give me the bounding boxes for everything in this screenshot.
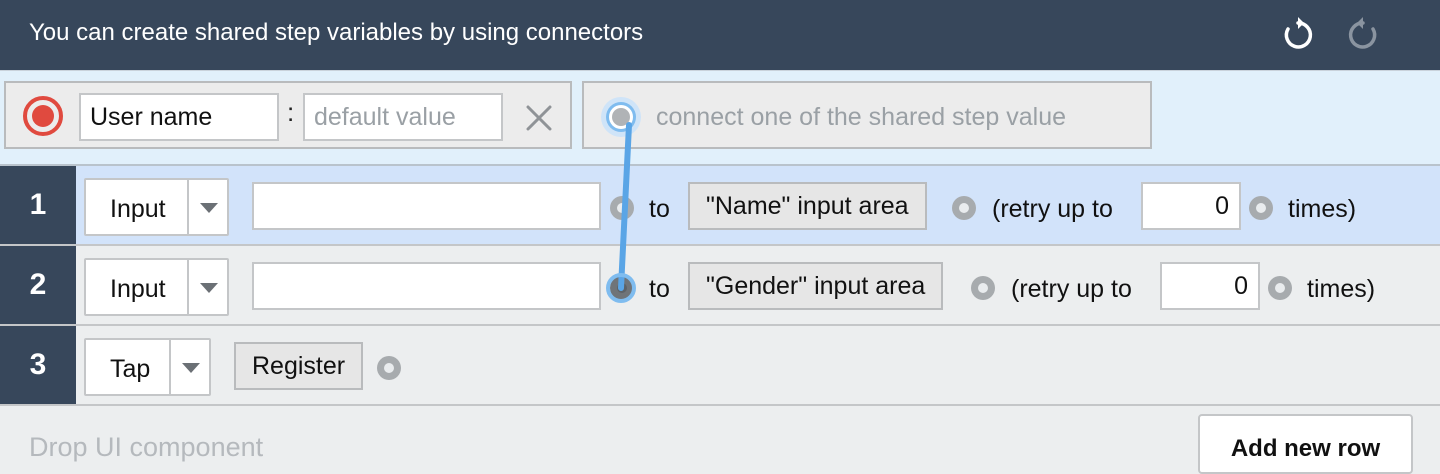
step-row-1: 1 Input to "Name" input area (retry up t… [0, 166, 1440, 246]
action-select[interactable]: Input [84, 258, 229, 316]
step-row-2: 2 Input to "Gender" input area (retry up… [0, 246, 1440, 326]
connector-port-icon[interactable] [1268, 276, 1292, 300]
default-value-input[interactable]: default value [303, 93, 503, 141]
name-value-separator: : [287, 97, 295, 127]
redo-icon[interactable] [1345, 17, 1381, 53]
retry-suffix: times) [1288, 195, 1357, 223]
action-select[interactable]: Tap [84, 338, 211, 396]
retry-count-input[interactable]: 0 [1141, 182, 1241, 230]
to-label: to [649, 275, 670, 303]
add-new-row-label: Add new row [1230, 435, 1381, 462]
drop-zone-label: Drop UI component [29, 432, 264, 462]
retry-prefix: (retry up to [992, 195, 1113, 223]
chevron-down-icon[interactable] [187, 180, 227, 234]
chevron-down-icon[interactable] [187, 260, 227, 314]
connect-placeholder: connect one of the shared step value [656, 103, 1067, 131]
variable-definition: User name : default value [4, 81, 572, 149]
retry-count-input[interactable]: 0 [1160, 262, 1260, 310]
chevron-down-icon[interactable] [169, 340, 209, 394]
step-number: 2 [0, 246, 76, 324]
connector-port-icon[interactable] [971, 276, 995, 300]
target-element[interactable]: "Name" input area [688, 182, 927, 230]
connector-port-icon[interactable] [610, 276, 634, 300]
action-select-value: Input [110, 195, 166, 223]
record-icon[interactable] [22, 95, 64, 137]
header-bar: You can create shared step variables by … [0, 0, 1440, 70]
connector-port-icon[interactable] [1249, 196, 1273, 220]
add-new-row-button[interactable]: Add new row [1198, 414, 1413, 474]
action-select[interactable]: Input [84, 178, 229, 236]
connector-port-icon[interactable] [377, 356, 401, 380]
input-value-field[interactable] [252, 182, 601, 230]
retry-prefix: (retry up to [1011, 275, 1132, 303]
step-number: 3 [0, 326, 76, 404]
header-title: You can create shared step variables by … [29, 19, 644, 46]
input-value-field[interactable] [252, 262, 601, 310]
to-label: to [649, 195, 670, 223]
close-icon[interactable] [524, 103, 554, 133]
target-element[interactable]: Register [234, 342, 364, 390]
action-select-value: Tap [110, 355, 151, 383]
action-select-value: Input [110, 275, 166, 303]
shared-variable-row: User name : default value connect one of… [0, 70, 1440, 166]
target-element[interactable]: "Gender" input area [688, 262, 944, 310]
step-number: 1 [0, 166, 76, 244]
connector-handle-icon[interactable] [599, 95, 643, 139]
connector-port-icon[interactable] [610, 196, 634, 220]
undo-icon[interactable] [1280, 17, 1316, 53]
connector-port-icon[interactable] [952, 196, 976, 220]
retry-suffix: times) [1307, 275, 1376, 303]
connect-shared-value-box[interactable]: connect one of the shared step value [582, 81, 1152, 149]
step-row-3: 3 Tap Register [0, 326, 1440, 406]
variable-name-input[interactable]: User name [79, 93, 279, 141]
drop-zone[interactable]: Drop UI component Add new row [0, 408, 1440, 474]
